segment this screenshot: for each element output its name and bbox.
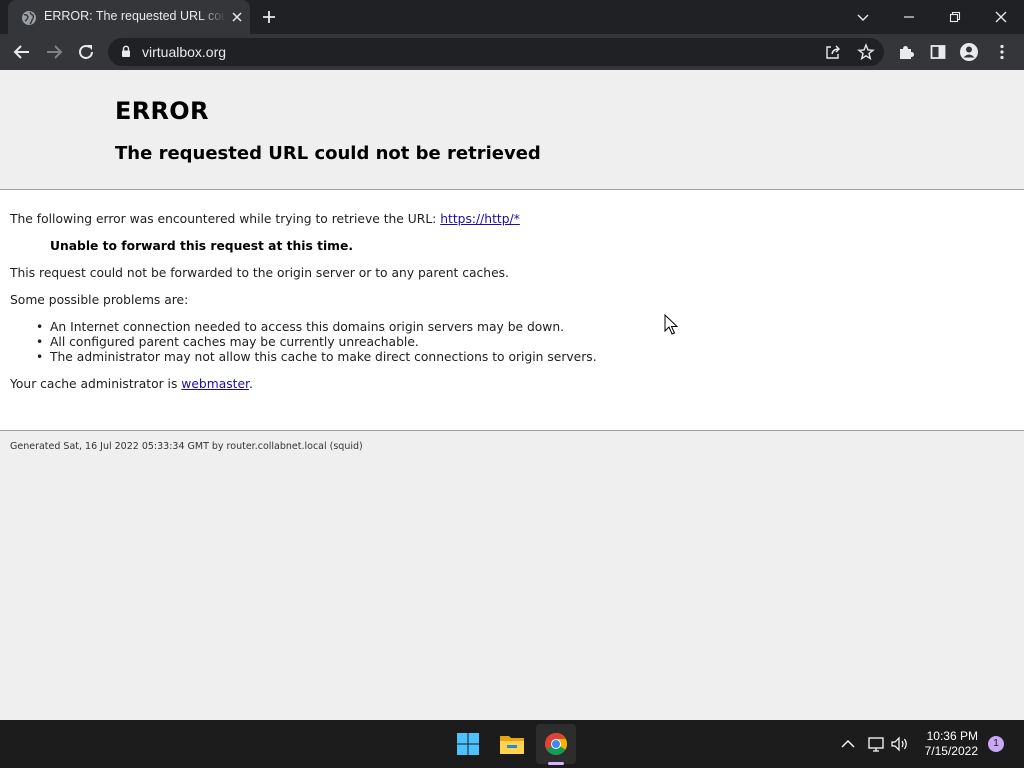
clock-time: 10:36 PM bbox=[926, 729, 978, 743]
restore-icon[interactable] bbox=[932, 0, 978, 34]
side-panel-icon[interactable] bbox=[926, 40, 950, 64]
admin-line: Your cache administrator is webmaster. bbox=[10, 377, 253, 391]
menu-kebab-icon[interactable] bbox=[990, 40, 1014, 64]
bookmark-star-icon[interactable] bbox=[857, 43, 875, 61]
browser-tab[interactable]: ERROR: The requested URL could not be re… bbox=[8, 0, 250, 34]
back-arrow-icon[interactable] bbox=[10, 40, 34, 64]
tab-strip: ERROR: The requested URL could not be re… bbox=[0, 0, 1024, 34]
chrome-icon[interactable] bbox=[536, 724, 576, 764]
footer-text: Generated Sat, 16 Jul 2022 05:33:34 GMT … bbox=[10, 441, 363, 452]
reload-icon[interactable] bbox=[74, 40, 98, 64]
list-item: All configured parent caches may be curr… bbox=[36, 335, 419, 349]
intro-line: The following error was encountered whil… bbox=[10, 212, 520, 226]
forward-arrow-icon[interactable] bbox=[42, 40, 66, 64]
network-icon[interactable] bbox=[866, 734, 886, 754]
minimize-icon[interactable] bbox=[886, 0, 932, 34]
extensions-puzzle-icon[interactable] bbox=[894, 40, 918, 64]
file-explorer-icon[interactable] bbox=[492, 724, 532, 764]
intro-text: The following error was encountered whil… bbox=[10, 212, 441, 226]
address-bar[interactable]: virtualbox.org bbox=[108, 38, 884, 66]
problem-text: All configured parent caches may be curr… bbox=[50, 335, 419, 349]
system-clock[interactable]: 10:36 PM 7/15/2022 bbox=[910, 729, 978, 759]
error-title-section: ERROR The requested URL could not be ret… bbox=[0, 70, 1024, 189]
taskbar: 10:36 PM 7/15/2022 bbox=[0, 720, 1024, 768]
divider bbox=[0, 430, 1024, 431]
tab-search-chevron-icon[interactable] bbox=[840, 0, 886, 34]
lock-icon[interactable] bbox=[121, 45, 131, 58]
tab-title: ERROR: The requested URL could not be re… bbox=[44, 9, 226, 23]
admin-suffix: . bbox=[248, 377, 253, 391]
problem-text: The administrator may not allow this cac… bbox=[50, 350, 597, 364]
requested-url-link[interactable]: https://http/* bbox=[440, 212, 520, 226]
mouse-pointer-icon bbox=[664, 314, 678, 335]
new-tab-plus-icon[interactable] bbox=[260, 8, 278, 26]
error-content: The following error was encountered whil… bbox=[0, 190, 1024, 430]
problems-intro: Some possible problems are: bbox=[10, 293, 189, 307]
profile-avatar-icon[interactable] bbox=[957, 40, 981, 64]
page-subtitle: The requested URL could not be retrieved bbox=[115, 143, 541, 164]
notification-badge[interactable]: 1 bbox=[988, 736, 1004, 752]
url-text[interactable]: virtualbox.org bbox=[142, 44, 226, 60]
windows-start-icon[interactable] bbox=[448, 724, 488, 764]
close-tab-icon[interactable] bbox=[229, 9, 245, 25]
chevron-up-icon[interactable] bbox=[838, 734, 858, 754]
problem-text: An Internet connection needed to access … bbox=[50, 320, 565, 334]
admin-text: Your cache administrator is bbox=[10, 377, 182, 391]
web-page: ERROR The requested URL could not be ret… bbox=[0, 70, 1024, 720]
share-icon[interactable] bbox=[824, 43, 842, 61]
globe-icon bbox=[22, 11, 36, 25]
error-message: Unable to forward this request at this t… bbox=[50, 239, 354, 253]
webmaster-link[interactable]: webmaster bbox=[181, 377, 249, 391]
clock-date: 7/15/2022 bbox=[924, 744, 978, 758]
browser-toolbar: virtualbox.org bbox=[0, 34, 1024, 70]
list-item: The administrator may not allow this cac… bbox=[36, 350, 597, 364]
forward-text: This request could not be forwarded to t… bbox=[10, 266, 509, 280]
window-close-icon[interactable] bbox=[978, 0, 1024, 34]
list-item: An Internet connection needed to access … bbox=[36, 320, 564, 334]
volume-icon[interactable] bbox=[890, 734, 910, 754]
page-title: ERROR bbox=[115, 97, 209, 125]
active-app-indicator bbox=[548, 762, 564, 765]
